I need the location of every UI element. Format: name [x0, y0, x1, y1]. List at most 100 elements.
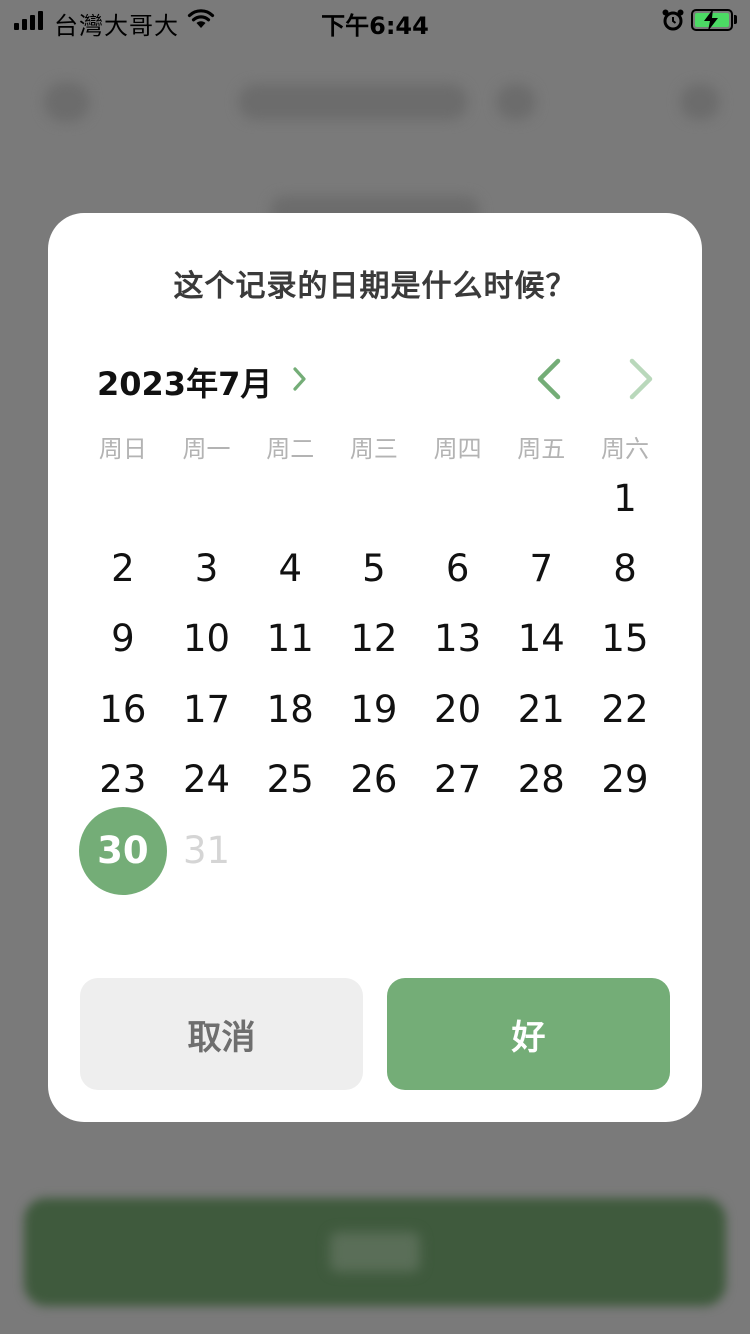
calendar-day-number: 6: [445, 547, 470, 591]
cancel-button[interactable]: 取消: [80, 978, 363, 1090]
calendar-day-number: 25: [266, 758, 314, 802]
calendar-day[interactable]: 1: [583, 463, 667, 533]
calendar-day[interactable]: 21: [499, 674, 583, 744]
month-label[interactable]: 2023年7月: [97, 359, 272, 405]
calendar-day[interactable]: 2: [81, 533, 165, 603]
calendar-week-row: 23 24 25 26 27 28 29: [81, 745, 667, 815]
weekday-label: 周六: [600, 435, 649, 463]
status-time: 下午6:44: [321, 12, 429, 40]
calendar-day-number: 27: [434, 758, 482, 802]
calendar-day[interactable]: 26: [332, 745, 416, 815]
calendar-grid: 1 2 3 4 5 6 7 8 9 10 11 12 13 14 15 16 17 18 19 20 21 22 23 24 2…: [79, 463, 667, 896]
calendar-day-number: 18: [266, 687, 314, 731]
calendar-week-row: 1: [81, 463, 667, 533]
weekday-label: 周四: [433, 435, 482, 463]
calendar-empty-cell: [499, 463, 583, 533]
previous-month-button[interactable]: [532, 357, 568, 401]
background-header-icon: [496, 84, 536, 120]
calendar-day[interactable]: 25: [248, 745, 332, 815]
calendar-day-number: 13: [434, 617, 482, 661]
background-header-title: [238, 84, 468, 120]
calendar-day-disabled: 31: [165, 815, 249, 885]
calendar-day[interactable]: 22: [583, 674, 667, 744]
calendar-day[interactable]: 6: [416, 533, 500, 603]
calendar-day[interactable]: 4: [248, 533, 332, 603]
calendar-day[interactable]: 10: [165, 604, 249, 674]
calendar-day[interactable]: 24: [165, 745, 249, 815]
calendar-day[interactable]: 18: [248, 674, 332, 744]
weekday-label: 周三: [349, 435, 398, 463]
calendar-day-number: 23: [99, 758, 147, 802]
calendar-day[interactable]: 27: [416, 745, 500, 815]
calendar-empty-cell: [416, 463, 500, 533]
calendar-day-selected[interactable]: 30: [79, 806, 167, 896]
ok-label: 好: [511, 1017, 546, 1058]
background-menu-icon: [44, 82, 90, 122]
calendar-day[interactable]: 28: [499, 745, 583, 815]
background-bottom-label: [330, 1232, 420, 1272]
calendar-empty-cell: [248, 463, 332, 533]
cancel-label: 取消: [187, 1017, 256, 1058]
calendar-day-number: 3: [194, 547, 219, 591]
calendar-day[interactable]: 29: [583, 745, 667, 815]
calendar-day-number: 1: [613, 476, 637, 520]
calendar-week-row: 30 31: [79, 806, 667, 896]
calendar-day[interactable]: 17: [165, 674, 249, 744]
chevron-right-icon[interactable]: [290, 365, 310, 397]
status-bar: 台灣大哥大 下午6:44: [0, 0, 750, 40]
calendar-empty-cell: [583, 815, 667, 885]
calendar-day[interactable]: 8: [583, 533, 667, 603]
calendar-day[interactable]: 13: [416, 604, 500, 674]
calendar-day[interactable]: 11: [248, 604, 332, 674]
calendar-day-number: 30: [97, 828, 149, 872]
calendar-day-number: 2: [111, 547, 135, 591]
next-month-button[interactable]: [622, 357, 658, 401]
calendar-day-number: 17: [182, 687, 231, 731]
calendar-day-number: 20: [434, 687, 482, 731]
weekday-label: 周日: [98, 435, 147, 463]
calendar-day-number: 15: [601, 617, 649, 661]
calendar-day[interactable]: 3: [165, 533, 249, 603]
calendar-day-number: 8: [613, 547, 637, 591]
weekday-header: 周日 周一 周二 周三 周四 周五 周六: [81, 429, 667, 464]
calendar-day-number: 31: [182, 828, 231, 872]
calendar-empty-cell: [332, 815, 416, 885]
calendar-empty-cell: [81, 463, 165, 533]
calendar-day[interactable]: 9: [81, 604, 165, 674]
calendar-day[interactable]: 14: [499, 604, 583, 674]
calendar-day-number: 5: [362, 547, 386, 591]
battery-cap: [734, 15, 737, 24]
calendar-day-number: 19: [350, 687, 398, 731]
calendar-empty-cell: [248, 815, 332, 885]
date-picker-dialog: 这个记录的日期是什么时候？ 2023年7月 周日 周一 周二 周三 周四 周五 …: [48, 213, 702, 1122]
calendar-empty-cell: [332, 463, 416, 533]
calendar-day[interactable]: 5: [332, 533, 416, 603]
calendar-week-row: 9 10 11 12 13 14 15: [81, 604, 667, 674]
calendar-day[interactable]: 15: [583, 604, 667, 674]
calendar-day[interactable]: 16: [81, 674, 165, 744]
calendar-day[interactable]: 19: [332, 674, 416, 744]
charging-bolt-icon: [704, 9, 718, 31]
calendar-day-number: 28: [517, 758, 565, 802]
calendar-day-number: 7: [529, 547, 554, 591]
calendar-day-number: 24: [182, 758, 231, 802]
calendar-empty-cell: [499, 815, 583, 885]
chevron-left-icon: [537, 358, 561, 400]
battery-icon: [691, 9, 733, 31]
calendar-day[interactable]: 7: [499, 533, 583, 603]
calendar-day-number: 26: [350, 758, 398, 802]
chevron-right-icon: [629, 358, 653, 400]
dialog-title: 这个记录的日期是什么时候？: [173, 269, 577, 304]
calendar-day-number: 14: [517, 617, 565, 661]
calendar-day-number: 22: [601, 687, 649, 731]
ok-button[interactable]: 好: [387, 978, 670, 1090]
calendar-week-row: 2 3 4 5 6 7 8: [81, 533, 667, 603]
calendar-day-number: 10: [182, 617, 231, 661]
calendar-day[interactable]: 23: [81, 745, 165, 815]
background-right-icon: [680, 84, 720, 120]
calendar-empty-cell: [165, 463, 249, 533]
calendar-day[interactable]: 12: [332, 604, 416, 674]
calendar-day[interactable]: 20: [416, 674, 500, 744]
weekday-label: 周二: [266, 435, 315, 463]
alarm-clock-icon: [661, 8, 685, 38]
